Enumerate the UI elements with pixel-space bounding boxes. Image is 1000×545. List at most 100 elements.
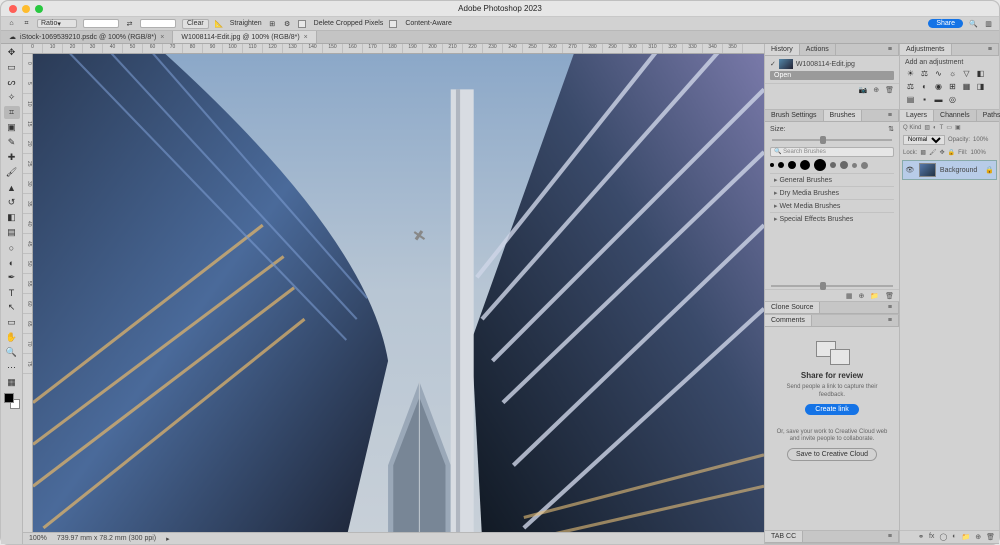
content-aware-checkbox[interactable] xyxy=(389,20,397,28)
close-tab-icon[interactable]: × xyxy=(304,34,308,41)
brush-search-input[interactable]: 🔍 Search Brushes xyxy=(770,147,894,157)
brush-preview-size-slider[interactable] xyxy=(771,285,893,287)
workspace-icon[interactable]: ▥ xyxy=(984,19,993,28)
brush-category[interactable]: General Brushes xyxy=(770,173,894,186)
tab-brushes[interactable]: Brushes xyxy=(824,110,863,121)
more-tool[interactable]: ⋯ xyxy=(4,361,20,374)
close-tab-icon[interactable]: × xyxy=(160,34,164,41)
new-snapshot-icon[interactable]: 📷 xyxy=(859,86,868,94)
brush-category[interactable]: Wet Media Brushes xyxy=(770,199,894,212)
posterize-icon[interactable]: ▤ xyxy=(905,94,916,104)
hue-sat-icon[interactable]: ◧ xyxy=(975,68,986,78)
clone-stamp-tool[interactable]: ▲ xyxy=(4,181,20,194)
gradient-tool[interactable]: ▤ xyxy=(4,226,20,239)
layer-item[interactable]: 👁 Background 🔒 xyxy=(902,160,997,180)
share-button[interactable]: Share xyxy=(928,19,963,28)
edit-toolbar[interactable]: ▦ xyxy=(4,376,20,389)
panel-menu-icon[interactable]: ≡ xyxy=(882,302,899,313)
delete-state-icon[interactable]: 🗑 xyxy=(885,86,894,94)
delete-brush-icon[interactable]: 🗑 xyxy=(885,292,894,300)
filter-adjust-icon[interactable]: ◐ xyxy=(933,125,937,131)
new-group-icon[interactable]: 📁 xyxy=(962,533,971,541)
panel-menu-icon[interactable]: ≡ xyxy=(982,44,999,55)
curves-icon[interactable]: ∿ xyxy=(933,68,944,78)
straighten-icon[interactable]: 📐 xyxy=(215,19,224,28)
create-link-button[interactable]: Create link xyxy=(805,404,858,415)
filter-pixel-icon[interactable]: ▧ xyxy=(924,124,930,131)
visibility-icon[interactable]: 👁 xyxy=(905,166,915,174)
tab-cc[interactable]: TAB CC xyxy=(765,531,803,542)
type-tool[interactable]: T xyxy=(4,286,20,299)
status-more-icon[interactable]: ▸ xyxy=(166,535,170,543)
move-tool[interactable]: ✥ xyxy=(4,46,20,59)
layer-style-icon[interactable]: fx xyxy=(929,533,934,541)
clear-button[interactable]: Clear xyxy=(182,19,209,29)
hand-tool[interactable]: ✋ xyxy=(4,331,20,344)
crop-options-icon[interactable]: ⚙ xyxy=(283,19,292,28)
brush-category[interactable]: Dry Media Brushes xyxy=(770,186,894,199)
panel-menu-icon[interactable]: ≡ xyxy=(882,44,899,55)
tab-actions[interactable]: Actions xyxy=(800,44,836,55)
shape-tool[interactable]: ▭ xyxy=(4,316,20,329)
magic-wand-tool[interactable]: ✧ xyxy=(4,91,20,104)
save-to-cc-button[interactable]: Save to Creative Cloud xyxy=(787,448,877,461)
swap-dimensions-icon[interactable]: ⇄ xyxy=(125,19,134,28)
eyedropper-tool[interactable]: ✎ xyxy=(4,136,20,149)
filter-shape-icon[interactable]: ▭ xyxy=(946,124,952,131)
threshold-icon[interactable]: ▪ xyxy=(919,94,930,104)
channel-mixer-icon[interactable]: ⊞ xyxy=(947,81,958,91)
lock-all-icon[interactable]: 🔒 xyxy=(948,149,955,156)
filter-type-icon[interactable]: T xyxy=(940,125,944,131)
fill-value[interactable]: 100% xyxy=(971,150,986,156)
vibrance-icon[interactable]: ▽ xyxy=(961,68,972,78)
tab-comments[interactable]: Comments xyxy=(765,315,812,326)
overlay-options-icon[interactable]: ⊞ xyxy=(268,19,277,28)
crop-tool-icon[interactable]: ⌗ xyxy=(22,19,31,28)
tab-clone-source[interactable]: Clone Source xyxy=(765,302,820,313)
frame-tool[interactable]: ▣ xyxy=(4,121,20,134)
history-brush-tool[interactable]: ↺ xyxy=(4,196,20,209)
brush-category[interactable]: Special Effects Brushes xyxy=(770,212,894,225)
search-icon[interactable]: 🔍 xyxy=(969,19,978,28)
selective-color-icon[interactable]: ◎ xyxy=(947,94,958,104)
brush-flip-icon[interactable]: ⇅ xyxy=(888,125,894,133)
document-tab[interactable]: ☁ iStock-1069539210.psdc @ 100% (RGB/8*)… xyxy=(1,31,173,43)
new-group-icon[interactable]: 📁 xyxy=(870,292,879,300)
aspect-ratio-select[interactable]: Ratio ▾ xyxy=(37,19,77,28)
color-balance-icon[interactable]: ⚖ xyxy=(905,81,916,91)
new-layer-icon[interactable]: ⊕ xyxy=(975,533,981,541)
photo-filter-icon[interactable]: ◉ xyxy=(933,81,944,91)
opacity-value[interactable]: 100% xyxy=(973,137,988,143)
exposure-icon[interactable]: ☼ xyxy=(947,68,958,78)
tab-layers[interactable]: Layers xyxy=(900,110,934,121)
zoom-level[interactable]: 100% xyxy=(29,535,47,542)
delete-layer-icon[interactable]: 🗑 xyxy=(986,533,995,541)
eraser-tool[interactable]: ◧ xyxy=(4,211,20,224)
bw-icon[interactable]: ◐ xyxy=(919,81,930,91)
new-brush-icon[interactable]: ⊕ xyxy=(859,292,865,300)
dodge-tool[interactable]: ◐ xyxy=(4,256,20,269)
marquee-tool[interactable]: ▭ xyxy=(4,61,20,74)
panel-menu-icon[interactable]: ≡ xyxy=(882,315,899,326)
panel-menu-icon[interactable]: ≡ xyxy=(882,110,899,121)
brush-size-slider[interactable] xyxy=(772,139,892,141)
lock-position-icon[interactable]: ✥ xyxy=(940,149,945,156)
document-tab[interactable]: W1008114-Edit.jpg @ 100% (RGB/8*) × xyxy=(173,31,316,43)
filter-smart-icon[interactable]: ▣ xyxy=(955,124,961,131)
brush-tool[interactable]: 🖌 xyxy=(4,166,20,179)
new-fill-adjustment-icon[interactable]: ◐ xyxy=(952,533,956,541)
panel-menu-icon[interactable]: ≡ xyxy=(882,531,899,542)
pen-tool[interactable]: ✒ xyxy=(4,271,20,284)
healing-brush-tool[interactable]: ✚ xyxy=(4,151,20,164)
crop-width-input[interactable] xyxy=(83,19,119,28)
color-lookup-icon[interactable]: ▦ xyxy=(961,81,972,91)
layer-mask-icon[interactable]: ◯ xyxy=(939,533,947,541)
tab-history[interactable]: History xyxy=(765,44,800,55)
blend-mode-select[interactable]: Normal xyxy=(903,135,945,145)
brush-presets[interactable] xyxy=(770,157,894,173)
lasso-tool[interactable]: ᔕ xyxy=(4,76,20,89)
history-step[interactable]: Open xyxy=(770,71,894,80)
home-icon[interactable]: ⌂ xyxy=(7,19,16,28)
color-swatch[interactable] xyxy=(4,393,20,409)
link-layers-icon[interactable]: ⚭ xyxy=(918,533,924,541)
